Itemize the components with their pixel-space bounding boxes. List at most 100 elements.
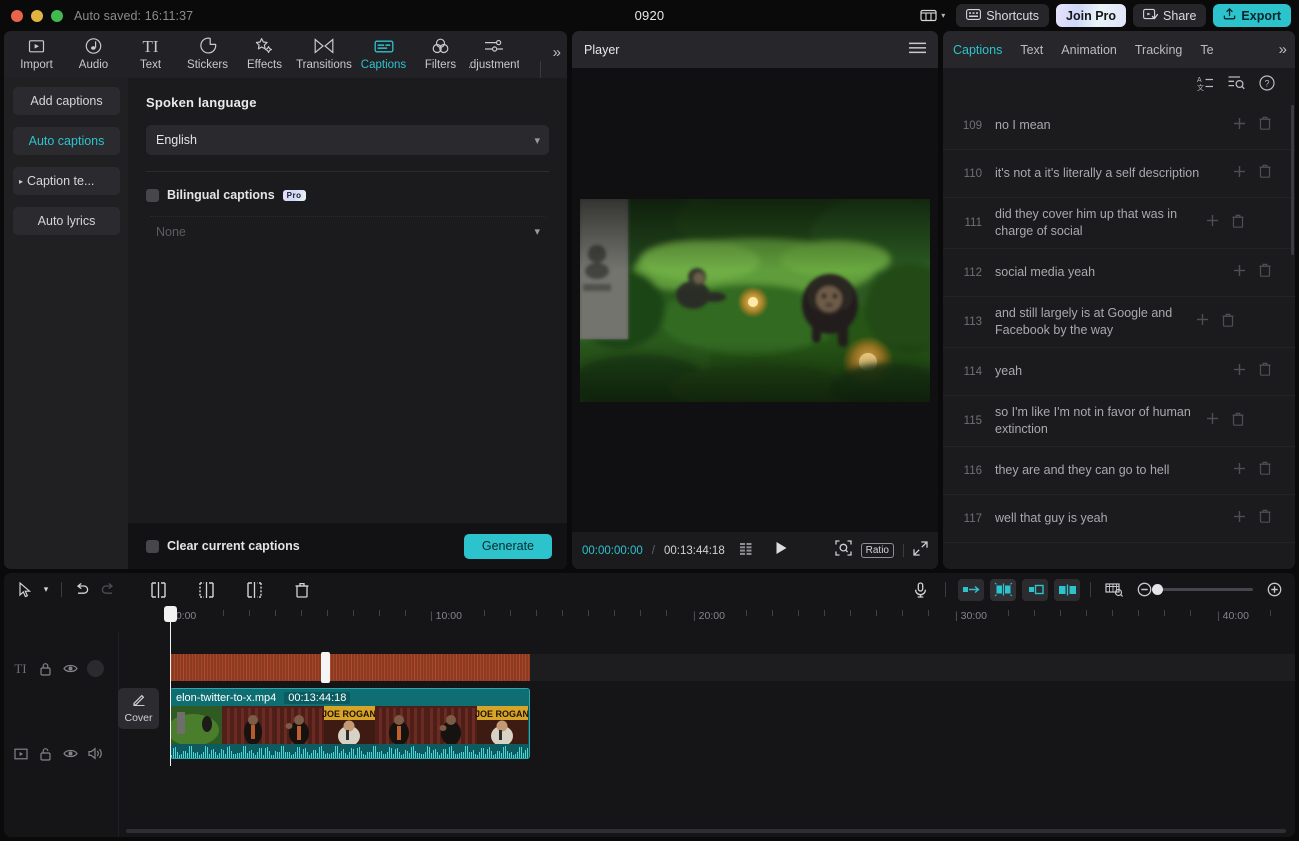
delete-caption-icon[interactable] [1225,412,1251,431]
table-row[interactable]: 117 well that guy is yeah [943,495,1295,543]
tab-filters[interactable]: Filters [412,31,469,71]
voice-record-icon[interactable] [907,579,933,601]
magnetic-snap-icon[interactable] [990,578,1016,601]
keyframe-right-icon[interactable] [1022,578,1048,601]
trim-left-icon[interactable] [193,579,219,601]
tab-effects[interactable]: Effects [236,31,293,71]
captions-scrollbar[interactable] [1291,105,1294,255]
sidebar-item-auto-lyrics[interactable]: Auto lyrics [13,207,120,235]
export-button[interactable]: Export [1213,4,1291,27]
tab-captions-list[interactable]: Captions [953,43,1002,57]
tab-tracking[interactable]: Tracking [1135,43,1182,57]
add-caption-icon[interactable] [1226,510,1252,528]
caption-text[interactable]: no I mean [984,109,1226,142]
delete-caption-icon[interactable] [1252,116,1278,135]
add-caption-icon[interactable] [1226,117,1252,135]
crop-zoom-icon[interactable] [834,540,852,561]
table-row[interactable]: 115 so I'm like I'm not in favor of huma… [943,396,1295,447]
table-row[interactable]: 112 social media yeah [943,249,1295,297]
table-row[interactable]: 111 did they cover him up that was in ch… [943,198,1295,249]
join-pro-button[interactable]: Join Pro [1056,4,1127,27]
timeline-canvas[interactable]: Cover elon-twitter-to-x.mp4 00:13:44:18 [118,606,1295,837]
caption-text[interactable]: and still largely is at Google and Faceb… [984,297,1189,347]
caption-playhead-marker[interactable] [321,652,330,683]
delete-caption-icon[interactable] [1252,362,1278,381]
caption-clip-strip[interactable] [170,654,530,681]
sidebar-item-caption-templates[interactable]: ▸ Caption te... [13,167,120,195]
table-row[interactable]: 114 yeah [943,348,1295,396]
caption-text[interactable]: well that guy is yeah [984,502,1226,535]
add-caption-icon[interactable] [1189,313,1215,331]
volume-icon[interactable] [87,745,104,762]
caption-text[interactable]: it's not a it's literally a self descrip… [984,157,1226,190]
add-caption-icon[interactable] [1226,264,1252,282]
tab-captions[interactable]: Captions [355,31,412,71]
select-pointer-icon[interactable] [12,579,38,601]
undo-icon[interactable] [69,579,95,601]
timeline-horizontal-scrollbar[interactable] [126,829,1286,833]
zoom-in-icon[interactable] [1261,579,1287,601]
split-icon[interactable] [145,579,171,601]
table-row[interactable]: 110 it's not a it's literally a self des… [943,150,1295,198]
chevron-down-icon[interactable]: ▾ [38,579,54,601]
tab-adjustment[interactable]: Adjustment [469,31,519,71]
generate-button[interactable]: Generate [463,533,552,559]
player-stage[interactable] [572,68,938,532]
delete-caption-icon[interactable] [1252,263,1278,282]
eye-icon[interactable] [62,660,79,677]
keyframe-left-icon[interactable] [958,578,984,601]
add-caption-icon[interactable] [1226,363,1252,381]
translate-icon[interactable]: A文 [1197,75,1214,96]
sidebar-item-add-captions[interactable]: Add captions [13,87,120,115]
delete-icon[interactable] [289,579,315,601]
chevron-double-right-icon[interactable]: » [553,44,561,61]
chevron-double-right-icon[interactable]: » [1279,41,1287,58]
tab-text[interactable]: Text [1020,43,1043,57]
tab-audio[interactable]: Audio [65,31,122,71]
delete-caption-icon[interactable] [1215,313,1241,332]
help-circle-icon[interactable]: ? [1259,74,1275,96]
caption-text[interactable]: they are and they can go to hell [984,454,1226,487]
track-color-dot[interactable] [87,660,104,677]
caption-text[interactable]: did they cover him up that was in charge… [984,198,1199,248]
delete-caption-icon[interactable] [1225,214,1251,233]
playhead-handle[interactable] [164,606,177,622]
table-row[interactable]: 113 and still largely is at Google and F… [943,297,1295,348]
add-caption-icon[interactable] [1226,165,1252,183]
lock-icon[interactable] [37,745,54,762]
caption-text[interactable]: social media yeah [984,256,1226,289]
captions-rows[interactable]: 109 no I mean 110 it's not a it's litera… [943,102,1295,569]
delete-caption-icon[interactable] [1252,509,1278,528]
redo-icon[interactable] [95,579,121,601]
spoken-language-select[interactable]: English ▾ [146,125,549,155]
sidebar-item-auto-captions[interactable]: Auto captions [13,127,120,155]
delete-caption-icon[interactable] [1252,164,1278,183]
quality-list-icon[interactable] [739,542,758,560]
second-language-select[interactable]: None ▾ [146,216,549,246]
caption-text[interactable]: yeah [984,355,1226,388]
lock-icon[interactable] [37,660,54,677]
add-caption-icon[interactable] [1199,214,1225,232]
ratio-button[interactable]: Ratio [860,543,894,558]
tab-import[interactable]: Import [8,31,65,71]
playhead[interactable] [164,606,177,766]
fullscreen-icon[interactable] [913,540,928,561]
find-replace-icon[interactable] [1228,75,1245,95]
video-track-icon[interactable] [12,745,29,762]
eye-icon[interactable] [62,745,79,762]
text-track-icon[interactable]: TI [12,660,29,677]
thumbnail-view-icon[interactable] [1101,579,1127,601]
cover-button[interactable]: Cover [118,688,159,729]
zoom-slider-handle[interactable] [1152,584,1163,595]
tab-transitions[interactable]: Transitions [293,31,355,71]
timeline-ruler[interactable]: 00:00 | 10:00 | 20:00 | 30:00 | 40:00 [4,606,1295,631]
mirror-split-icon[interactable] [1054,578,1080,601]
hamburger-menu-icon[interactable] [909,41,926,59]
layout-panels-icon[interactable]: ▾ [916,6,949,25]
trim-right-icon[interactable] [241,579,267,601]
tab-animation[interactable]: Animation [1061,43,1117,57]
video-clip[interactable]: elon-twitter-to-x.mp4 00:13:44:18 JOE RO… [170,688,530,759]
share-button[interactable]: Share [1133,4,1207,27]
shortcuts-button[interactable]: Shortcuts [956,4,1050,27]
bilingual-captions-row[interactable]: Bilingual captions Pro [146,188,549,202]
